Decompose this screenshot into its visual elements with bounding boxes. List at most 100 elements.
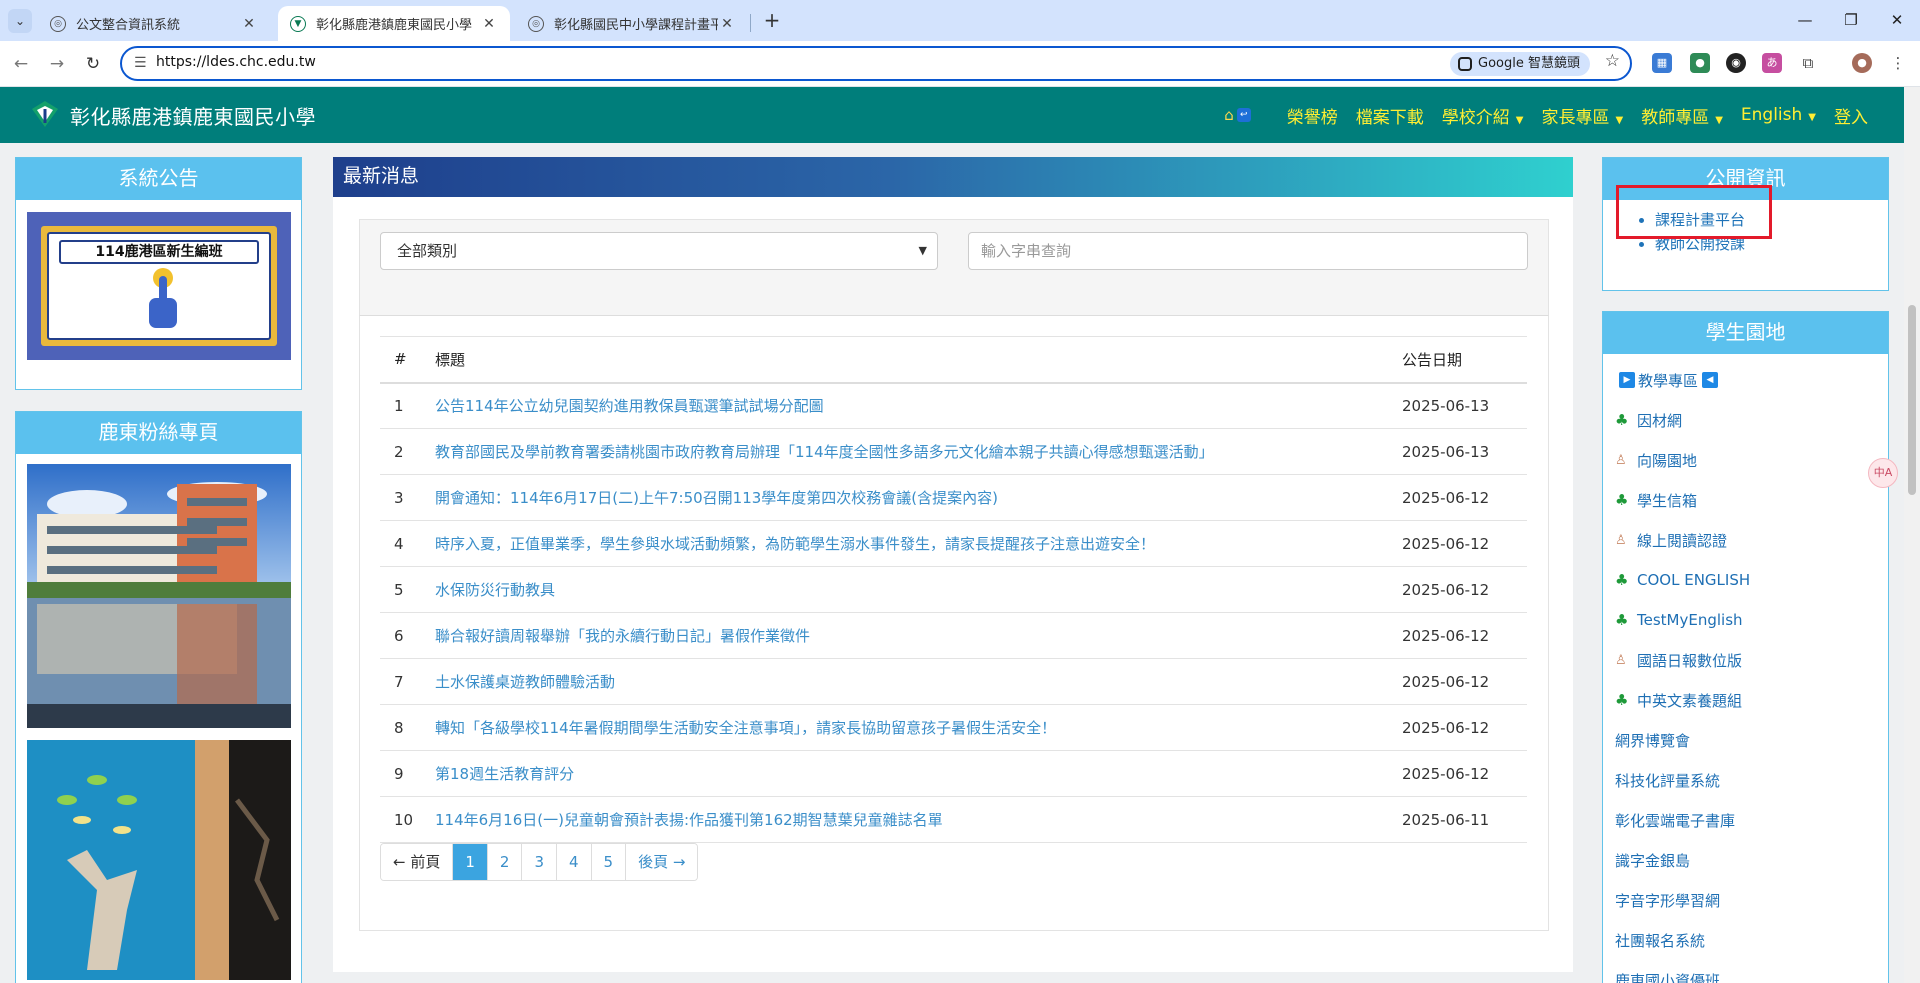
tab-curriculum-platform[interactable]: ◎ 彰化縣國民中小學課程計畫平台 ✕ xyxy=(516,6,748,41)
bottle-icon: ♙ xyxy=(1615,532,1627,548)
google-lens-button[interactable]: Google 智慧鏡頭 xyxy=(1450,52,1590,76)
link-mandarin-daily-news[interactable]: ♙ 國語日報數位版 xyxy=(1615,640,1888,680)
link-character-learning[interactable]: 字音字形學習網 xyxy=(1615,880,1888,920)
main-navigation: ⌂ ↩ 榮譽榜 檔案下載 學校介紹 ▼ 家長專區 ▼ 教師專區 ▼ English ▼ … xyxy=(1224,87,1868,143)
nav-item-school-intro[interactable]: 學校介紹 ▼ xyxy=(1442,103,1524,128)
link-club-registration[interactable]: 社團報名系統 xyxy=(1615,920,1888,960)
close-icon[interactable]: ✕ xyxy=(240,16,258,32)
site-info-icon[interactable]: ☰ xyxy=(134,55,147,71)
link-web-expo[interactable]: 網界博覽會 xyxy=(1615,720,1888,760)
system-notice-title: 系統公告 xyxy=(16,158,301,200)
category-select[interactable]: 全部類別 ▼ xyxy=(380,232,938,270)
pager-page-1[interactable]: 1 xyxy=(453,844,488,880)
browser-toolbar: ← → ↻ ☰ https://ldes.chc.edu.tw Google 智… xyxy=(0,41,1920,87)
column-header-num: # xyxy=(380,336,435,384)
search-input[interactable]: 輸入字串查詢 xyxy=(968,232,1528,270)
news-link[interactable]: 轉知「各級學校114年暑假期間學生活動安全注意事項」，請家長協助留意孩子暑假生活… xyxy=(435,704,1402,751)
translate-widget-icon[interactable]: 中A xyxy=(1868,458,1898,488)
news-link[interactable]: 公告114年公立幼兒園契約進用教保員甄選筆試試場分配圖 xyxy=(435,382,1402,429)
window-close-icon[interactable]: ✕ xyxy=(1874,6,1920,34)
link-sunshine-garden[interactable]: ♙ 向陽園地 xyxy=(1615,440,1888,480)
link-student-mail[interactable]: ♣ 學生信箱 xyxy=(1615,480,1888,520)
tab-school-homepage[interactable]: ▼ 彰化縣鹿港鎮鹿東國民小學 ✕ xyxy=(278,6,510,41)
close-icon[interactable]: ✕ xyxy=(480,16,498,32)
reload-icon[interactable]: ↻ xyxy=(80,51,106,77)
link-gifted-class[interactable]: 鹿東國小資優班 xyxy=(1615,960,1888,983)
home-button[interactable]: ⌂ ↩ xyxy=(1224,106,1251,124)
restore-icon[interactable]: ❐ xyxy=(1828,6,1874,34)
deer-wall-art-photo[interactable] xyxy=(27,740,291,980)
forward-arrow-icon[interactable]: → xyxy=(44,51,70,77)
pager-page-4[interactable]: 4 xyxy=(556,844,592,880)
link-cloud-ebook-library[interactable]: 彰化雲端電子書庫 xyxy=(1615,800,1888,840)
table-row: 3 開會通知：114年6月17日(二)上午7:50召開113學年度第四次校務會議(… xyxy=(380,474,1527,521)
link-literacy-questions[interactable]: ♣ 中英文素養題組 xyxy=(1615,680,1888,720)
news-link[interactable]: 時序入夏，正值畢業季，學生參與水域活動頻繁，為防範學生溺水事件發生，請家長提醒孩… xyxy=(435,520,1402,567)
extensions-puzzle-icon[interactable]: ⧉ xyxy=(1798,53,1818,73)
extension-translate-icon[interactable]: ▦ xyxy=(1652,53,1672,73)
nav-item-honors[interactable]: 榮譽榜 xyxy=(1287,103,1338,128)
new-student-class-banner[interactable]: 114鹿港區新生編班 xyxy=(27,212,291,360)
link-literacy-island[interactable]: 識字金銀島 xyxy=(1615,840,1888,880)
page-scrollbar[interactable] xyxy=(1904,87,1920,983)
new-tab-button[interactable]: + xyxy=(758,8,786,34)
link-cool-english[interactable]: ♣ COOL ENGLISH xyxy=(1615,560,1888,600)
table-row: 9 第18週生活教育評分 2025-06-12 xyxy=(380,750,1527,797)
link-teaching-area[interactable]: ▶ 教學專區 ◀ xyxy=(1615,360,1888,400)
news-link[interactable]: 水保防災行動教具 xyxy=(435,566,1402,613)
table-row: 4 時序入夏，正值畢業季，學生參與水域活動頻繁，為防範學生溺水事件發生，請家長提醒… xyxy=(380,520,1527,567)
bottle-icon: ♙ xyxy=(1615,652,1627,668)
news-title: 最新消息 xyxy=(333,157,1573,197)
tab-search-button[interactable]: ⌄ xyxy=(8,9,32,33)
link-reading-certification[interactable]: ♙ 線上閱讀認證 xyxy=(1615,520,1888,560)
minimize-icon[interactable]: — xyxy=(1782,6,1828,34)
nav-item-parents[interactable]: 家長專區 ▼ xyxy=(1542,103,1624,128)
table-header-row: # 標題 公告日期 xyxy=(380,336,1527,384)
school-building-photo[interactable] xyxy=(27,464,291,728)
news-link[interactable]: 第18週生活教育評分 xyxy=(435,750,1402,797)
news-link[interactable]: 聯合報好讀周報舉辦「我的永續行動日記」暑假作業徵件 xyxy=(435,612,1402,659)
pager-prev-button[interactable]: ← 前頁 xyxy=(381,844,454,880)
extension-capture-icon[interactable]: ◉ xyxy=(1726,53,1746,73)
profile-avatar[interactable]: ● xyxy=(1852,53,1872,73)
back-arrow-icon[interactable]: ← xyxy=(8,51,34,77)
news-link[interactable]: 教育部國民及學前教育署委請桃園市政府教育局辦理「114年度全國性多語多元文化繪本… xyxy=(435,428,1402,475)
nav-item-teachers[interactable]: 教師專區 ▼ xyxy=(1641,103,1723,128)
site-title[interactable]: 彰化縣鹿港鎮鹿東國民小學 xyxy=(70,101,316,130)
link-adaptive-learning[interactable]: ♣ 因材網 xyxy=(1615,400,1888,440)
browser-menu-icon[interactable]: ⋮ xyxy=(1888,53,1908,73)
bookmark-star-icon[interactable]: ☆ xyxy=(1605,51,1620,71)
pointing-finger-icon xyxy=(149,268,177,328)
pagination: ← 前頁 1 2 3 4 5 後頁 → xyxy=(380,843,699,881)
extension-record-icon[interactable]: ● xyxy=(1690,53,1710,73)
student-area-title: 學生園地 xyxy=(1603,312,1888,354)
pager-page-5[interactable]: 5 xyxy=(591,844,627,880)
scrollbar-thumb[interactable] xyxy=(1908,305,1916,495)
address-bar[interactable]: ☰ https://ldes.chc.edu.tw Google 智慧鏡頭 ☆ xyxy=(120,46,1632,81)
link-test-my-english[interactable]: ♣ TestMyEnglish xyxy=(1615,600,1888,640)
nav-item-login[interactable]: 登入 xyxy=(1834,103,1868,128)
nav-item-english[interactable]: English ▼ xyxy=(1741,105,1816,125)
tab-official-documents[interactable]: ◎ 公文整合資訊系統 ✕ xyxy=(38,6,270,41)
pager-page-3[interactable]: 3 xyxy=(522,844,557,880)
table-row: 1 公告114年公立幼兒園契約進用教保員甄選筆試試場分配圖 2025-06-13 xyxy=(380,382,1527,429)
caret-down-icon: ▼ xyxy=(1615,114,1624,126)
link-tech-assessment[interactable]: 科技化評量系統 xyxy=(1615,760,1888,800)
school-logo-icon[interactable] xyxy=(30,99,60,129)
url-text[interactable]: https://ldes.chc.edu.tw xyxy=(156,54,316,70)
extension-dictionary-icon[interactable]: あ xyxy=(1762,53,1782,73)
nav-item-downloads[interactable]: 檔案下載 xyxy=(1356,103,1424,128)
news-link[interactable]: 土水保護桌遊教師體驗活動 xyxy=(435,658,1402,705)
clover-icon: ♣ xyxy=(1615,611,1629,629)
fans-page-panel: 鹿東粉絲專頁 xyxy=(15,411,302,983)
pager-page-2[interactable]: 2 xyxy=(487,844,523,880)
student-area-panel: 學生園地 ▶ 教學專區 ◀ ♣ 因材網 ♙ 向陽園地 ♣ 學生信箱 ♙ 線上閱讀認證 ♣ CO… xyxy=(1602,311,1889,983)
browser-tab-bar: ⌄ ◎ 公文整合資訊系統 ✕ ▼ 彰化縣鹿港鎮鹿東國民小學 ✕ ◎ 彰化縣國民中… xyxy=(0,0,1920,41)
pager-next-button[interactable]: 後頁 → xyxy=(626,844,698,880)
close-icon[interactable]: ✕ xyxy=(718,16,736,32)
play-reverse-icon: ◀ xyxy=(1702,372,1719,388)
table-row: 6 聯合報好讀周報舉辦「我的永續行動日記」暑假作業徵件 2025-06-12 xyxy=(380,612,1527,659)
news-link[interactable]: 開會通知：114年6月17日(二)上午7:50召開113學年度第四次校務會議(含… xyxy=(435,474,1402,521)
table-row: 2 教育部國民及學前教育署委請桃園市政府教育局辦理「114年度全國性多語多元文化繪… xyxy=(380,428,1527,475)
news-link[interactable]: 114年6月16日(一)兒童朝會預計表揚:作品獲刊第162期智慧葉兒童雜誌名單 xyxy=(435,796,1402,843)
